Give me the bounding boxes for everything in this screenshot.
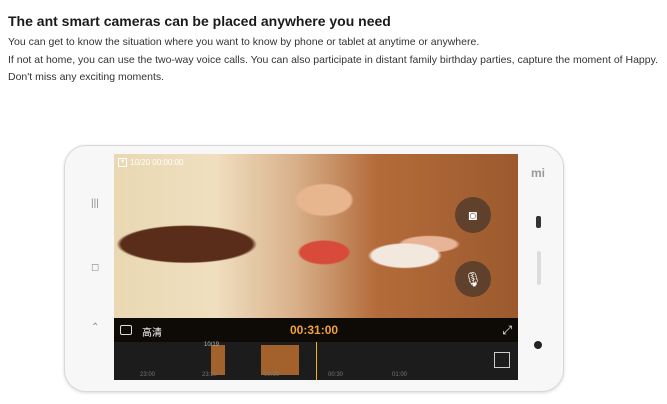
recording-segment[interactable] <box>211 345 225 375</box>
voice-button[interactable]: 🎙 <box>455 261 491 297</box>
snapshot-button[interactable]: ◙ <box>455 197 491 233</box>
timeline-cursor[interactable] <box>316 342 317 380</box>
playback-bar: 高清 00:31:00 ⤢ <box>114 318 518 342</box>
phone-volume-button <box>537 251 541 285</box>
paragraph: You can get to know the situation where … <box>8 36 480 48</box>
camera-icon: ◙ <box>468 207 478 223</box>
paragraph: If not at home, you can use the two-way … <box>8 54 658 66</box>
heading: The ant smart cameras can be placed anyw… <box>8 13 391 29</box>
playback-time: 00:31:00 <box>290 323 339 337</box>
camera-info: ✶ 10/20 00:00:00 <box>118 158 183 167</box>
camera-feed <box>114 154 518 318</box>
menu-icon: ||| <box>91 198 99 209</box>
record-icon: ✶ <box>118 158 127 167</box>
microphone-icon: 🎙 <box>464 270 482 287</box>
quality-icon[interactable] <box>120 325 132 335</box>
timestamp: 10/20 00:00:00 <box>130 158 184 167</box>
camera-app-screen: ✶ 10/20 00:00:00 ◙ 🎙 高清 00:31:00 ⤢ 10/19… <box>114 154 518 380</box>
timeline-tick: 23:30 <box>202 372 218 378</box>
timeline-tick: 00:00 <box>264 372 280 378</box>
brand-logo: mi <box>530 166 545 180</box>
timeline-tick: 01:00 <box>392 372 408 378</box>
timeline-date: 10/19 <box>204 342 220 348</box>
recording-segment[interactable] <box>261 345 299 375</box>
timeline-tick: 00:30 <box>328 372 344 378</box>
quality-label[interactable]: 高清 <box>142 324 162 339</box>
paragraph: Don't miss any exciting moments. <box>8 71 165 83</box>
timeline[interactable]: 10/19 23:00 23:30 00:00 00:30 01:00 <box>114 342 518 380</box>
play-button[interactable] <box>494 352 510 368</box>
home-icon: ◻ <box>91 262 100 273</box>
timeline-tick: 23:00 <box>140 372 156 378</box>
phone-sensor <box>536 216 541 228</box>
back-icon: ⌃ <box>91 322 100 333</box>
fullscreen-icon[interactable]: ⤢ <box>502 323 512 338</box>
phone-camera <box>534 341 542 349</box>
